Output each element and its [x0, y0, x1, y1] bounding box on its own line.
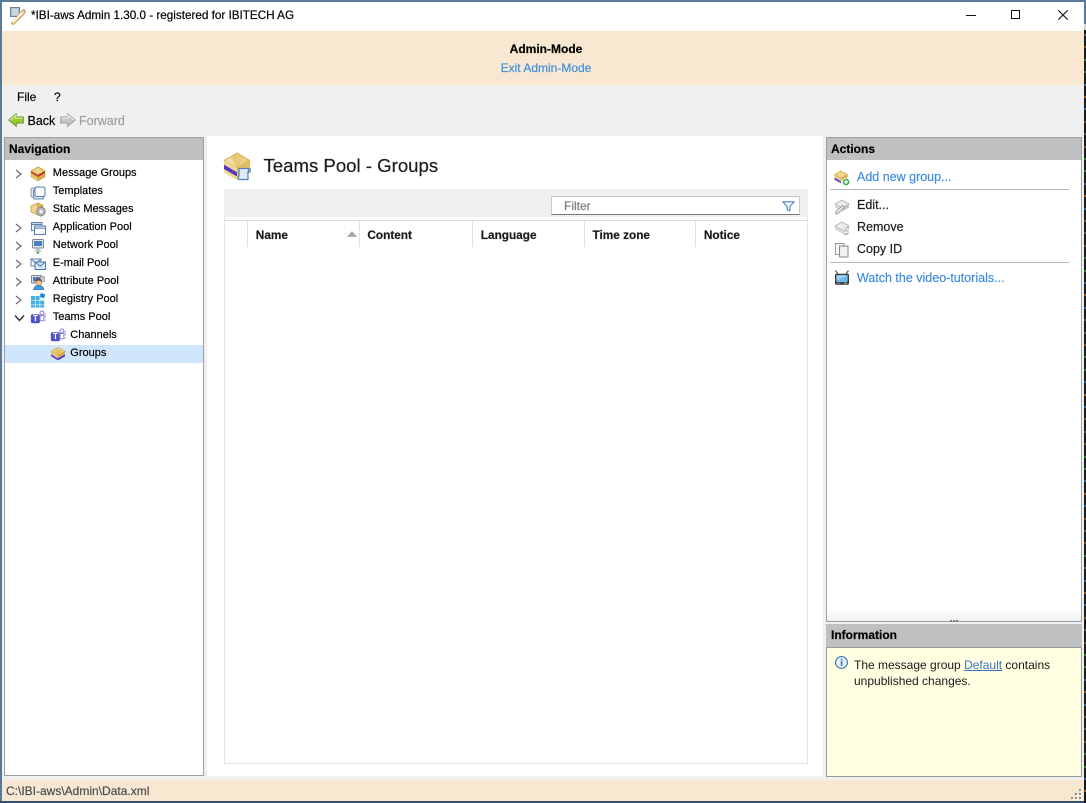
svg-text:T: T [52, 332, 57, 341]
svg-text:T: T [33, 314, 38, 323]
